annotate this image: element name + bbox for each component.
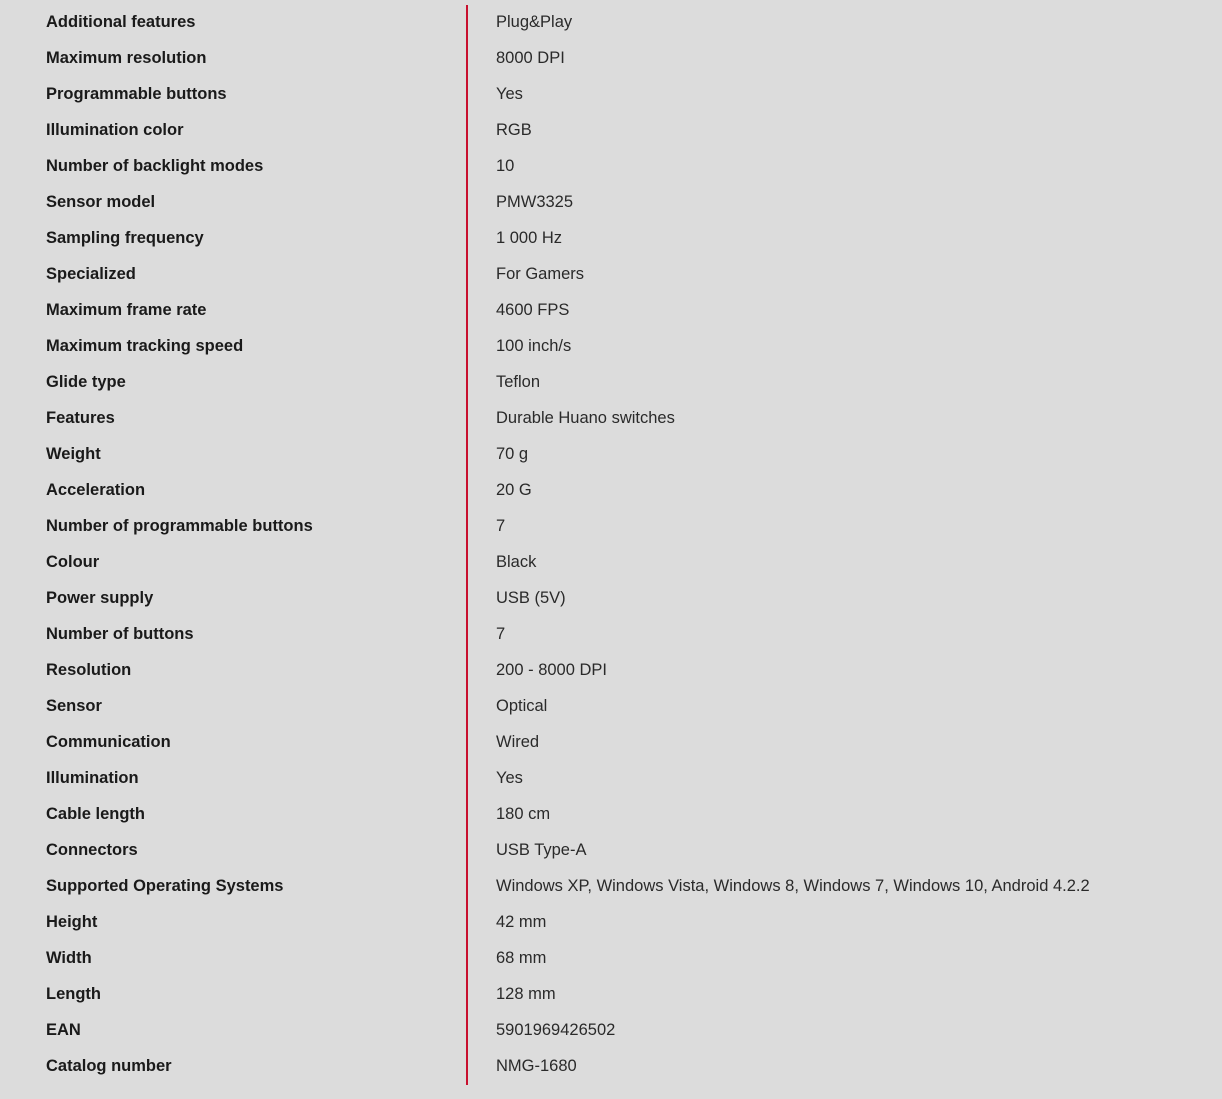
spec-row: Additional features Plug&Play [0,4,1222,40]
spec-value: 5901969426502 [496,1020,616,1039]
spec-value: Plug&Play [496,12,573,31]
spec-label: Number of buttons [46,624,194,643]
spec-value: PMW3325 [496,192,574,211]
spec-row: Resolution 200 - 8000 DPI [0,652,1222,688]
spec-label: Programmable buttons [46,84,227,103]
spec-label: Width [46,948,92,967]
spec-label: Illumination [46,768,139,787]
spec-row: Width 68 mm [0,940,1222,976]
spec-row: Illumination color RGB [0,112,1222,148]
spec-row: EAN 5901969426502 [0,1012,1222,1048]
spec-value: USB (5V) [496,588,566,607]
spec-row: Number of programmable buttons 7 [0,508,1222,544]
specifications-table: Additional features Plug&Play Maximum reso… [0,4,1222,1084]
spec-row: Cable length 180 cm [0,796,1222,832]
spec-value: RGB [496,120,532,139]
spec-row: Maximum frame rate 4600 FPS [0,292,1222,328]
spec-row: Maximum resolution 8000 DPI [0,40,1222,76]
spec-row: Height 42 mm [0,904,1222,940]
spec-label: Resolution [46,660,132,679]
spec-label: Maximum tracking speed [46,336,244,355]
spec-row: Glide type Teflon [0,364,1222,400]
spec-value: USB Type-A [496,840,587,859]
spec-value: 20 G [496,480,532,499]
spec-value: 128 mm [496,984,556,1003]
spec-value: Wired [496,732,540,751]
spec-row: Acceleration 20 G [0,472,1222,508]
spec-label: Weight [46,444,101,463]
spec-label: Maximum frame rate [46,300,207,319]
spec-row: Communication Wired [0,724,1222,760]
spec-label: Number of programmable buttons [46,516,313,535]
spec-label: Cable length [46,804,146,823]
spec-value: 1 000 Hz [496,228,563,247]
spec-row: Illumination Yes [0,760,1222,796]
spec-value: 8000 DPI [496,48,565,67]
spec-row: Sensor model PMW3325 [0,184,1222,220]
spec-row: Number of buttons 7 [0,616,1222,652]
spec-label: EAN [46,1020,81,1039]
spec-label: Connectors [46,840,138,859]
spec-value: 180 cm [496,804,551,823]
spec-row: Connectors USB Type-A [0,832,1222,868]
spec-row: Supported Operating Systems Windows XP, W… [0,868,1222,904]
spec-row: Sensor Optical [0,688,1222,724]
spec-label: Maximum resolution [46,48,207,67]
spec-label: Power supply [46,588,154,607]
spec-label: Number of backlight modes [46,156,264,175]
spec-value: Yes [496,84,523,103]
spec-row: Sampling frequency 1 000 Hz [0,220,1222,256]
spec-label: Illumination color [46,120,184,139]
spec-row: Weight 70 g [0,436,1222,472]
spec-label: Communication [46,732,171,751]
spec-row: Number of backlight modes 10 [0,148,1222,184]
spec-value: For Gamers [496,264,585,283]
spec-value: Optical [496,696,548,715]
spec-label: Features [46,408,115,427]
spec-value: 100 inch/s [496,336,572,355]
spec-row: Specialized For Gamers [0,256,1222,292]
spec-value: 68 mm [496,948,547,967]
spec-row: Length 128 mm [0,976,1222,1012]
spec-value: 7 [496,624,506,643]
spec-value: Teflon [496,372,541,391]
spec-value: Durable Huano switches [496,408,675,427]
spec-value: 70 g [496,444,529,463]
spec-value: 10 [496,156,515,175]
spec-label: Additional features [46,12,196,31]
spec-value: Yes [496,768,523,787]
spec-label: Catalog number [46,1056,172,1075]
spec-label: Sampling frequency [46,228,204,247]
spec-label: Length [46,984,101,1003]
spec-row: Catalog number NMG-1680 [0,1048,1222,1084]
spec-label: Sensor model [46,192,156,211]
spec-value: NMG-1680 [496,1056,577,1075]
spec-row: Features Durable Huano switches [0,400,1222,436]
spec-value: Black [496,552,537,571]
spec-value: 4600 FPS [496,300,570,319]
spec-value: Windows XP, Windows Vista, Windows 8, Wi… [496,876,1090,895]
spec-row: Colour Black [0,544,1222,580]
spec-label: Supported Operating Systems [46,876,284,895]
spec-row: Maximum tracking speed 100 inch/s [0,328,1222,364]
spec-label: Height [46,912,98,931]
spec-label: Sensor [46,696,102,715]
spec-label: Colour [46,552,100,571]
spec-row: Programmable buttons Yes [0,76,1222,112]
spec-label: Specialized [46,264,136,283]
spec-label: Acceleration [46,480,146,499]
spec-value: 200 - 8000 DPI [496,660,607,679]
spec-label: Glide type [46,372,126,391]
spec-row: Power supply USB (5V) [0,580,1222,616]
spec-value: 42 mm [496,912,547,931]
spec-value: 7 [496,516,506,535]
